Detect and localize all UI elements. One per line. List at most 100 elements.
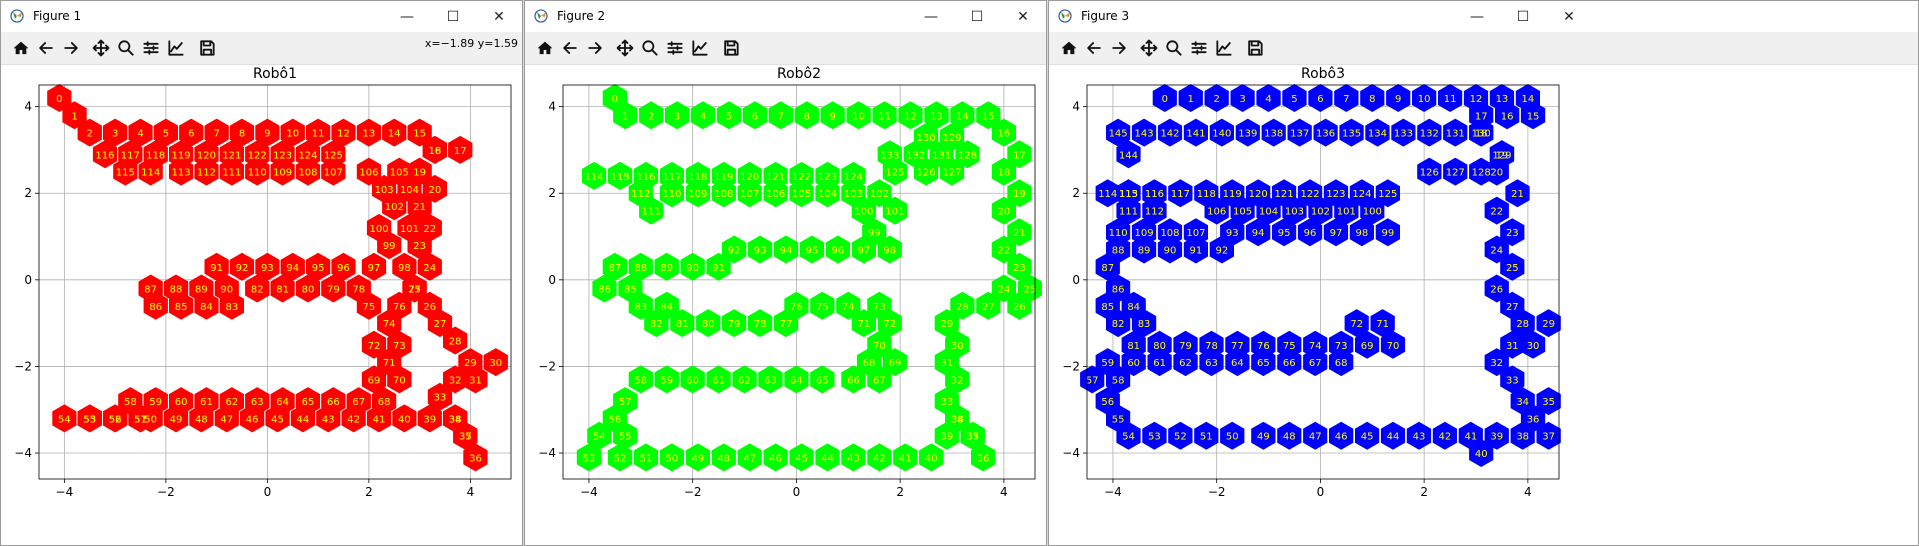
forward-button[interactable] (59, 36, 83, 60)
maximize-button[interactable]: ☐ (1500, 1, 1546, 32)
point-index-label: 28 (956, 302, 969, 313)
point-index-label: 72 (1350, 319, 1363, 330)
point-index-label: 80 (702, 319, 715, 330)
point-index-label: 32 (951, 375, 964, 386)
point-index-label: 6 (752, 111, 758, 122)
save-icon (200, 40, 215, 56)
point-index-label: 119 (714, 172, 733, 183)
back-button[interactable] (1082, 36, 1106, 60)
home-button[interactable] (9, 36, 33, 60)
back-button[interactable] (34, 36, 58, 60)
save-button[interactable] (719, 36, 743, 60)
point-index-label: 38 (1516, 432, 1529, 443)
axes-edit-button[interactable] (164, 36, 188, 60)
maximize-button[interactable]: ☐ (430, 1, 476, 32)
point-index-label: 4 (700, 111, 706, 122)
point-index-label: 122 (1300, 189, 1319, 200)
plot-canvas[interactable]: Robô2 −4 −2 0 2 4 −4 −2 0 2 4 0 1 2 3 4 5 6 7 8 9 10 11 12 13 14 1… (525, 65, 1046, 545)
x-tick-label: 0 (1317, 485, 1325, 499)
point-index-label: 31 (1506, 341, 1519, 352)
pan-button[interactable] (1137, 36, 1161, 60)
robot-path-markers: 0123456789101112131415161718192021222324… (47, 84, 508, 472)
pan-button[interactable] (613, 36, 637, 60)
y-tick-label: −2 (14, 359, 32, 373)
maximize-button[interactable]: ☐ (954, 1, 1000, 32)
point-index-label: 139 (1238, 129, 1257, 140)
point-index-label: 122 (792, 172, 811, 183)
point-index-label: 25 (1506, 263, 1519, 274)
point-index-label: 31 (940, 358, 953, 369)
forward-button[interactable] (583, 36, 607, 60)
point-index-label: 76 (393, 302, 406, 313)
point-index-label: 83 (225, 302, 238, 313)
home-button[interactable] (533, 36, 557, 60)
point-index-label: 99 (383, 241, 396, 252)
point-index-label: 29 (1542, 319, 1555, 330)
point-index-label: 18 (429, 146, 442, 157)
subplots-button[interactable] (663, 36, 687, 60)
save-button[interactable] (1243, 36, 1267, 60)
minimize-button[interactable]: — (384, 1, 430, 32)
point-index-label: 3 (674, 111, 680, 122)
point-index-label: 95 (1278, 228, 1291, 239)
point-index-label: 92 (1215, 246, 1228, 257)
point-index-label: 14 (1522, 94, 1535, 105)
point-index-label: 127 (942, 168, 961, 179)
point-index-label: 41 (373, 414, 386, 425)
x-tick-label: 2 (1420, 485, 1428, 499)
window-title: Figure 2 (557, 9, 606, 23)
point-index-label: 37 (966, 432, 979, 443)
axes-edit-button[interactable] (1212, 36, 1236, 60)
close-button[interactable]: ✕ (1000, 1, 1046, 32)
point-index-label: 66 (847, 375, 860, 386)
plot-title: Robô2 (777, 66, 821, 82)
point-index-label: 87 (1101, 263, 1114, 274)
plot-canvas[interactable]: Robô1 −4 −2 0 2 4 −4 −2 0 2 4 0 1 2 3 4 5 6 7 8 9 10 11 12 13 14 1… (1, 65, 522, 545)
zoom-button[interactable] (114, 36, 138, 60)
point-index-label: 23 (413, 241, 426, 252)
point-index-label: 88 (1112, 246, 1125, 257)
point-index-label: 36 (977, 453, 990, 464)
back-button[interactable] (558, 36, 582, 60)
point-index-label: 124 (1352, 189, 1371, 200)
point-index-label: 33 (434, 393, 447, 404)
point-index-label: 53 (583, 453, 596, 464)
close-button[interactable]: ✕ (476, 1, 522, 32)
point-index-label: 58 (124, 397, 137, 408)
point-index-label: 7 (1343, 94, 1349, 105)
minimize-button[interactable]: — (908, 1, 954, 32)
point-index-label: 45 (271, 414, 284, 425)
point-index-label: 60 (175, 397, 188, 408)
point-index-label: 78 (1205, 341, 1218, 352)
subplots-button[interactable] (1187, 36, 1211, 60)
zoom-button[interactable] (1162, 36, 1186, 60)
window-controls: — ☐ ✕ (384, 1, 522, 32)
point-index-label: 64 (790, 375, 803, 386)
subplots-button[interactable] (139, 36, 163, 60)
point-index-label: 36 (1527, 414, 1540, 425)
forward-button[interactable] (1107, 36, 1131, 60)
point-index-label: 73 (393, 341, 406, 352)
pan-button[interactable] (89, 36, 113, 60)
point-index-label: 74 (383, 319, 396, 330)
y-tick-label: 2 (1072, 186, 1080, 200)
point-index-label: 50 (1226, 432, 1239, 443)
window-title: Figure 3 (1081, 9, 1130, 23)
robo2-plot: Robô2−4 −2 0 2 4−4−202401 2 3 4 5 6 7 8 9 10 11 12 13 14 1… (538, 66, 1042, 499)
forward-icon (588, 42, 602, 54)
point-index-label: 24 (998, 284, 1011, 295)
save-button[interactable] (195, 36, 219, 60)
plot-canvas[interactable]: Robô3 −4 −2 0 2 4 −4 −2 0 2 4 0 1 2 3 4 5 6 7 8 9 10 11 12 13 14 1… (1049, 65, 1918, 545)
minimize-button[interactable]: — (1454, 1, 1500, 32)
y-tick-label: 4 (1072, 100, 1080, 114)
point-index-label: 9 (1395, 94, 1401, 105)
point-index-label: 26 (423, 302, 436, 313)
point-index-label: 144 (1119, 150, 1138, 161)
point-index-label: 124 (298, 150, 317, 161)
title-bar: Figure 3 — ☐ ✕ (1049, 1, 1918, 32)
axes-edit-button[interactable] (688, 36, 712, 60)
close-button[interactable]: ✕ (1546, 1, 1592, 32)
zoom-button[interactable] (638, 36, 662, 60)
point-index-label: 83 (1138, 319, 1151, 330)
home-button[interactable] (1057, 36, 1081, 60)
